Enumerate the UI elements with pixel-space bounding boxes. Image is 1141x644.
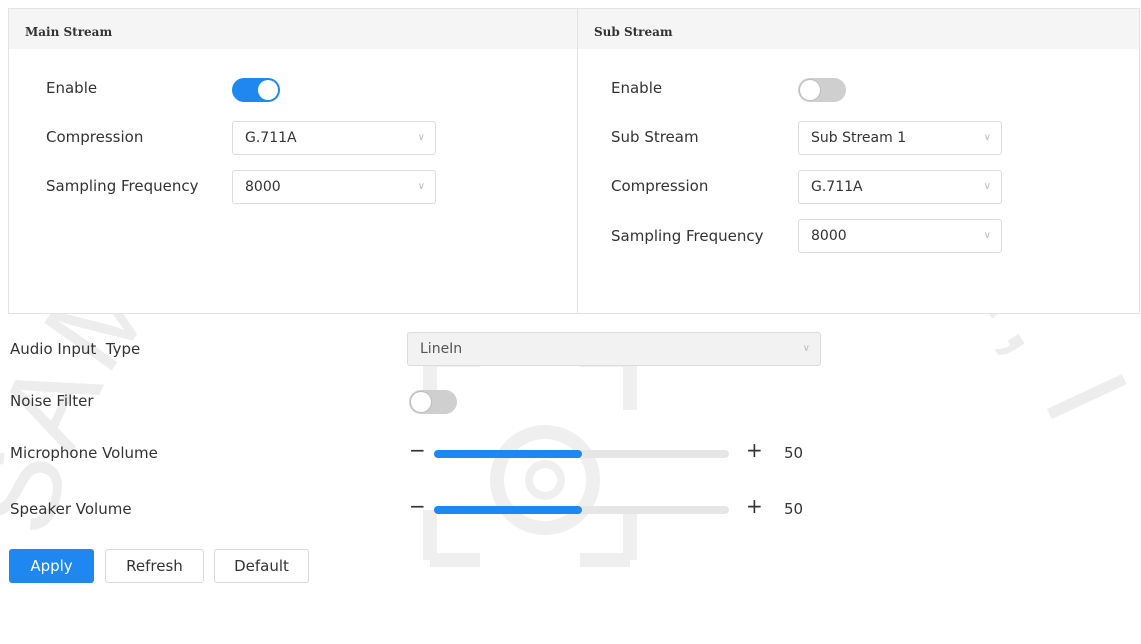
main-stream-panel: Main Stream — [8, 8, 578, 314]
audio-input-type-label: Audio Input Type — [10, 340, 141, 358]
speaker-minus-icon[interactable]: − — [409, 494, 426, 518]
mic-volume-label: Microphone Volume — [10, 444, 158, 462]
mic-volume-value: 50 — [784, 444, 804, 462]
speaker-volume-fill — [434, 506, 582, 514]
sub-compression-select[interactable]: G.711A ∨ — [798, 170, 1002, 204]
sub-stream-title: Sub Stream — [578, 9, 1139, 49]
sub-stream-panel: Sub Stream — [577, 8, 1140, 314]
sub-sampling-select[interactable]: 8000 ∨ — [798, 219, 1002, 253]
mic-volume-fill — [434, 450, 582, 458]
speaker-volume-label: Speaker Volume — [10, 500, 132, 518]
default-button[interactable]: Default — [214, 549, 309, 583]
main-enable-toggle[interactable] — [232, 78, 280, 102]
mic-plus-icon[interactable]: + — [746, 438, 763, 462]
sub-stream-value: Sub Stream 1 — [811, 130, 907, 146]
audio-input-type-select[interactable]: LineIn ∨ — [407, 332, 821, 366]
sub-stream-select[interactable]: Sub Stream 1 ∨ — [798, 121, 1002, 155]
speaker-volume-slider[interactable] — [434, 506, 729, 514]
audio-input-type-value: LineIn — [420, 341, 463, 357]
mic-minus-icon[interactable]: − — [409, 438, 426, 462]
sub-stream-label: Sub Stream — [611, 128, 699, 146]
noise-filter-toggle[interactable] — [409, 390, 457, 414]
chevron-down-icon: ∨ — [417, 181, 425, 192]
noise-filter-label: Noise Filter — [10, 392, 94, 410]
main-sampling-value: 8000 — [245, 179, 281, 195]
sub-sampling-label: Sampling Frequency — [611, 227, 764, 245]
main-enable-label: Enable — [46, 79, 98, 97]
chevron-down-icon: ∨ — [417, 132, 425, 143]
sub-enable-label: Enable — [611, 79, 663, 97]
speaker-plus-icon[interactable]: + — [746, 494, 763, 518]
chevron-down-icon: ∨ — [983, 132, 991, 143]
sub-compression-value: G.711A — [811, 179, 863, 195]
chevron-down-icon: ∨ — [802, 343, 810, 354]
sub-compression-label: Compression — [611, 177, 709, 195]
sub-sampling-value: 8000 — [811, 228, 847, 244]
main-compression-select[interactable]: G.711A ∨ — [232, 121, 436, 155]
refresh-button[interactable]: Refresh — [105, 549, 204, 583]
main-compression-label: Compression — [46, 128, 144, 146]
main-sampling-label: Sampling Frequency — [46, 177, 199, 195]
main-stream-title: Main Stream — [9, 9, 577, 49]
chevron-down-icon: ∨ — [983, 230, 991, 241]
sub-enable-toggle[interactable] — [798, 78, 846, 102]
main-compression-value: G.711A — [245, 130, 297, 146]
mic-volume-slider[interactable] — [434, 450, 729, 458]
main-sampling-select[interactable]: 8000 ∨ — [232, 170, 436, 204]
speaker-volume-value: 50 — [784, 500, 804, 518]
apply-button[interactable]: Apply — [9, 549, 94, 583]
chevron-down-icon: ∨ — [983, 181, 991, 192]
